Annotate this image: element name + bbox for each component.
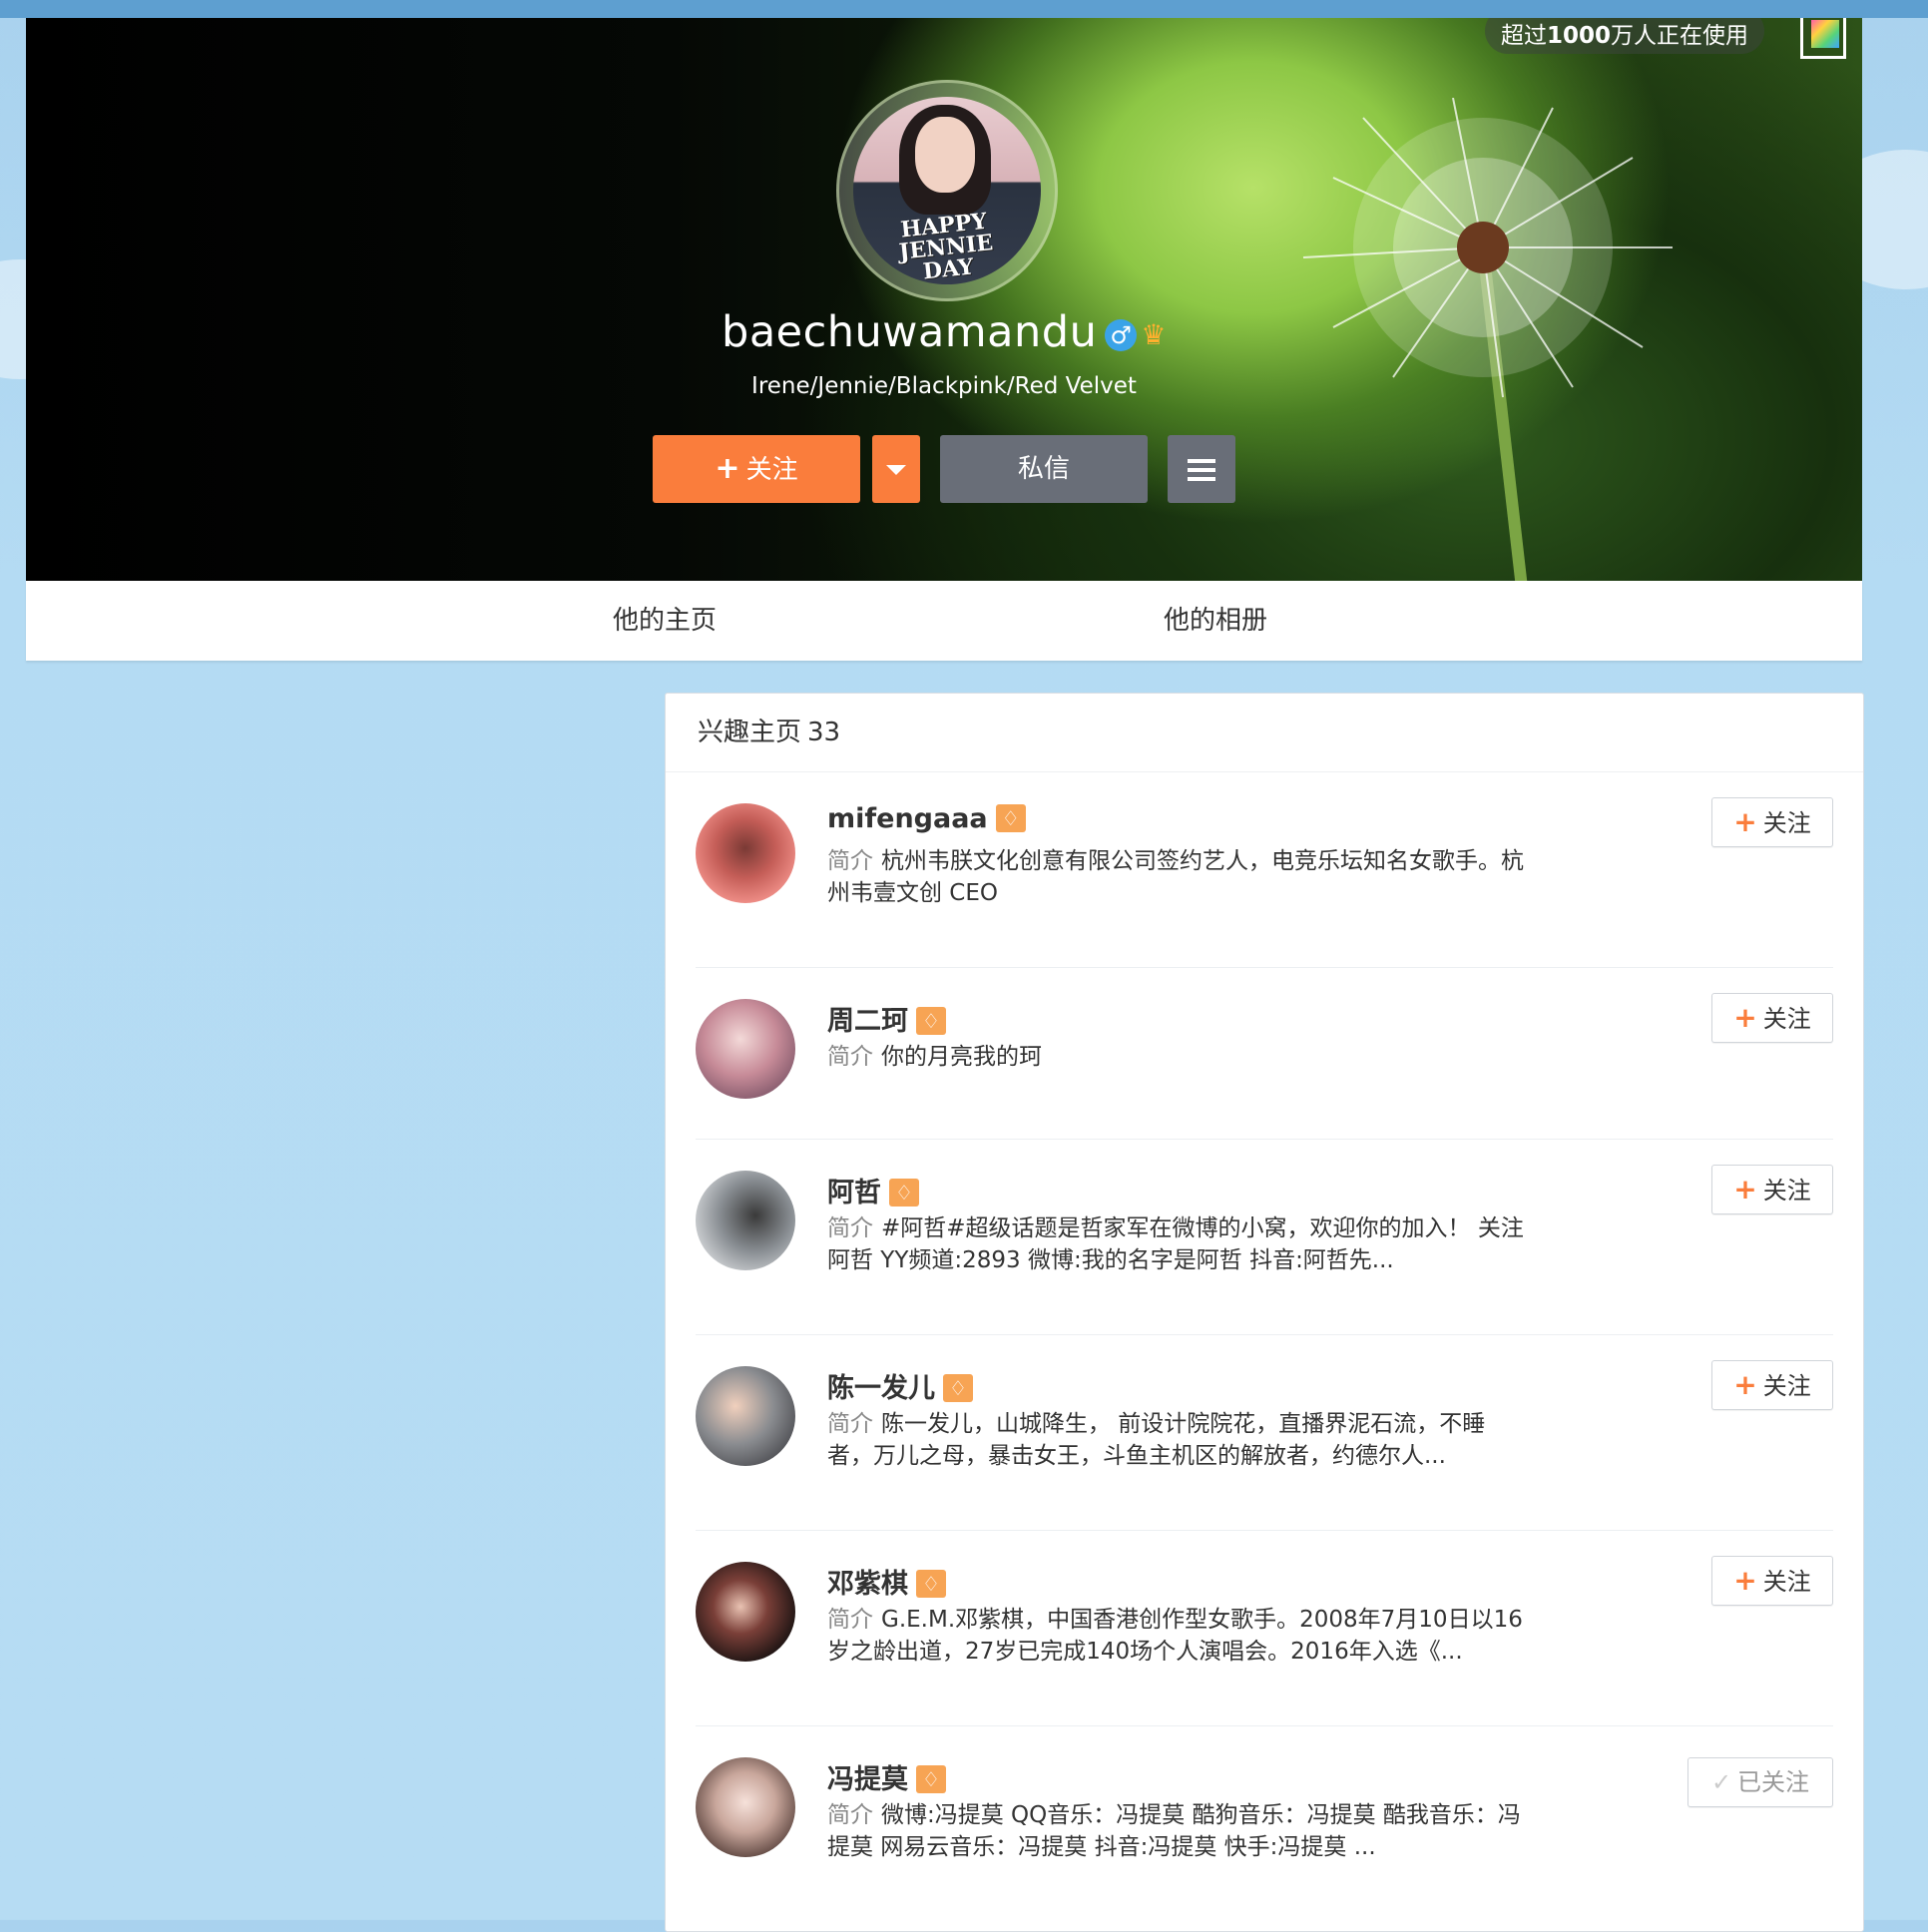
item-name[interactable]: mifengaaa — [827, 803, 1026, 834]
profile-avatar[interactable]: HAPPY JENNIE DAY — [836, 80, 1058, 301]
username-text: baechuwamandu — [722, 307, 1098, 357]
plus-icon: + — [1733, 1001, 1757, 1034]
caret-down-icon — [886, 464, 906, 475]
check-icon: ✓ — [1710, 1768, 1732, 1796]
plus-icon: + — [1733, 1564, 1757, 1597]
follow-options-dropdown[interactable] — [872, 435, 920, 503]
interest-count: 33 — [807, 718, 841, 747]
interest-pages-card: 兴趣主页33 mifengaaa 简介杭州韦朕文化创意有限公司签约艺人，电竞乐坛… — [665, 693, 1864, 1932]
list-item: mifengaaa 简介杭州韦朕文化创意有限公司签约艺人，电竞乐坛知名女歌手。杭… — [696, 771, 1833, 968]
item-name[interactable]: 陈一发儿 — [827, 1366, 973, 1405]
plus-icon: + — [1733, 1368, 1757, 1401]
follow-button[interactable]: + 关注 — [1711, 993, 1833, 1043]
user-count-banner: 超过1000万人正在使用 — [1485, 18, 1765, 54]
avatar[interactable] — [696, 1757, 795, 1857]
avatar-caption: HAPPY JENNIE DAY — [897, 208, 995, 284]
follow-button[interactable]: + 关注 — [1711, 1165, 1833, 1214]
app-logo-icon[interactable] — [1800, 18, 1846, 59]
item-name[interactable]: 邓紫棋 — [827, 1562, 946, 1601]
follow-button[interactable]: + 关注 — [653, 435, 860, 503]
profile-bio: Irene/Jennie/Blackpink/Red Velvet — [751, 373, 1137, 399]
avatar-face — [915, 117, 975, 193]
verified-badge-icon — [916, 1764, 946, 1793]
item-description: 简介 #阿哲#超级话题是哲家军在微博的小窝，欢迎你的加入！ 关注阿哲 YY频道:2… — [827, 1215, 1524, 1273]
profile-tab-bar: 他的主页 他的相册 — [26, 581, 1862, 661]
interest-title: 兴趣主页 — [698, 718, 802, 747]
follow-button[interactable]: + 关注 — [1711, 797, 1833, 847]
list-item: 周二珂 简介你的月亮我的珂 +关注 — [696, 967, 1833, 1140]
plus-icon: + — [715, 451, 740, 486]
item-name[interactable]: 周二珂 — [827, 999, 946, 1038]
avatar-image: HAPPY JENNIE DAY — [853, 97, 1041, 284]
item-description: 简介 微博:冯提莫 QQ音乐：冯提莫 酷狗音乐：冯提莫 酷我音乐：冯提莫 网易云音… — [827, 1802, 1521, 1860]
follow-button[interactable]: + 关注 — [1711, 1360, 1833, 1410]
avatar[interactable] — [696, 803, 795, 903]
top-strip — [0, 0, 1928, 18]
verified-badge-icon — [995, 803, 1026, 832]
avatar[interactable] — [696, 999, 795, 1099]
message-button[interactable]: 私信 — [940, 435, 1148, 503]
more-menu-button[interactable] — [1168, 435, 1235, 503]
item-description: 简介 陈一发儿，山城降生， 前设计院院花，直播界泥石流，不睡者，万儿之母，暴击女王… — [827, 1411, 1486, 1469]
profile-cover: 超过1000万人正在使用 HAPPY JENNIE DAY baechuwama… — [26, 18, 1862, 581]
avatar[interactable] — [696, 1171, 795, 1270]
item-description: 简介 你的月亮我的珂 — [827, 1044, 1042, 1070]
list-item: 邓紫棋 简介G.E.M.邓紫棋，中国香港创作型女歌手。2008年7月10日以16… — [696, 1530, 1833, 1726]
profile-username: baechuwamandu ♂ ♛ — [26, 307, 1862, 357]
list-item: 阿哲 简介#阿哲#超级话题是哲家军在微博的小窝，欢迎你的加入！ 关注阿哲 YY频… — [696, 1139, 1833, 1335]
tab-home[interactable]: 他的主页 — [613, 581, 717, 661]
verified-badge-icon — [889, 1178, 919, 1207]
avatar[interactable] — [696, 1366, 795, 1466]
follow-button[interactable]: + 关注 — [1711, 1556, 1833, 1606]
item-description: 简介 G.E.M.邓紫棋，中国香港创作型女歌手。2008年7月10日以16岁之龄出… — [827, 1607, 1523, 1665]
followed-button[interactable]: ✓ 已关注 — [1687, 1757, 1833, 1807]
vip-crown-icon[interactable]: ♛ — [1141, 318, 1167, 351]
verified-badge-icon — [916, 1569, 946, 1598]
verified-badge-icon — [916, 1006, 946, 1035]
plus-icon: + — [1733, 1173, 1757, 1206]
item-name[interactable]: 阿哲 — [827, 1171, 919, 1209]
plus-icon: + — [1733, 805, 1757, 838]
item-name[interactable]: 冯提莫 — [827, 1757, 946, 1796]
avatar[interactable] — [696, 1562, 795, 1662]
verified-badge-icon — [943, 1373, 973, 1402]
list-item: 陈一发儿 简介陈一发儿，山城降生， 前设计院院花，直播界泥石流，不睡者，万儿之母… — [696, 1334, 1833, 1531]
item-description: 简介 杭州韦朕文化创意有限公司签约艺人，电竞乐坛知名女歌手。杭州韦壹文创 CEO — [827, 848, 1524, 906]
male-gender-icon: ♂ — [1105, 318, 1138, 351]
interest-card-header: 兴趣主页 33 — [666, 694, 1863, 772]
list-item: 冯提莫 简介微博:冯提莫 QQ音乐：冯提莫 酷狗音乐：冯提莫 酷我音乐：冯提莫 … — [696, 1725, 1833, 1921]
tab-album[interactable]: 他的相册 — [1164, 581, 1267, 661]
hamburger-icon — [1188, 454, 1215, 486]
